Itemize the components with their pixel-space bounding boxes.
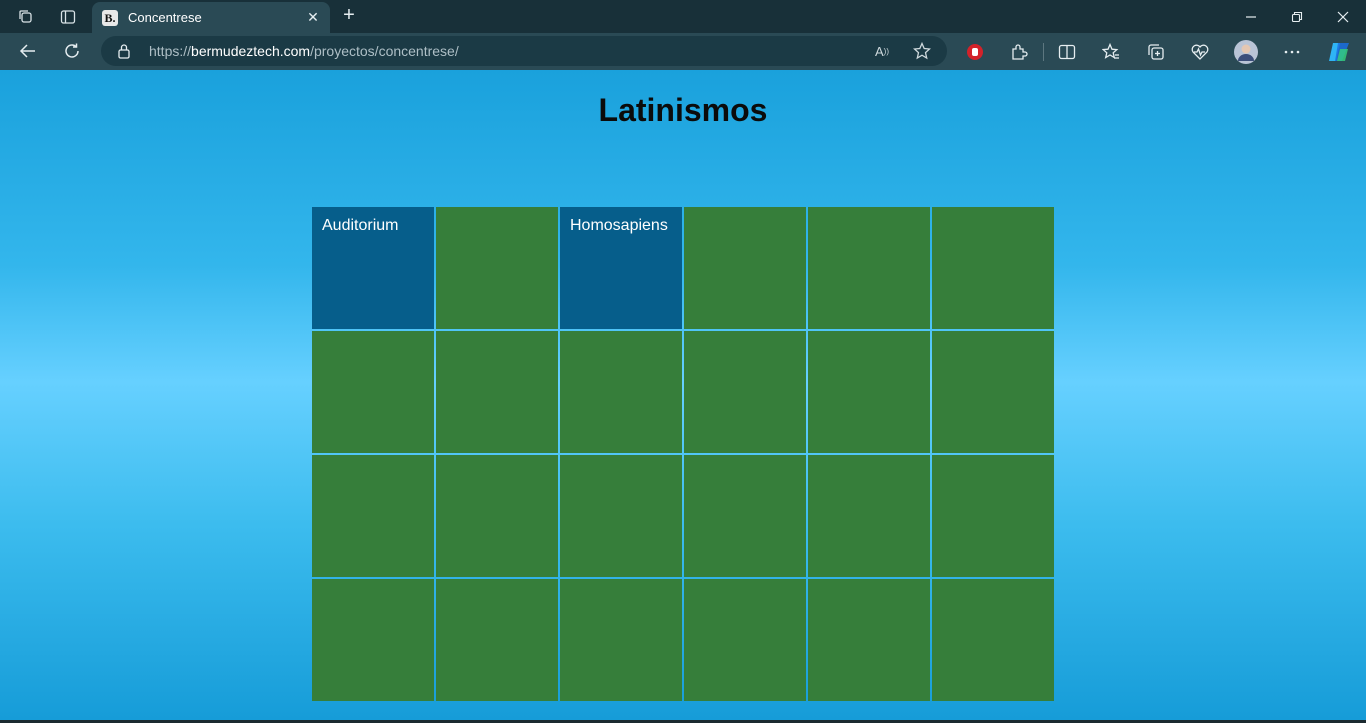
game-card-hidden[interactable] <box>932 579 1054 701</box>
game-card-hidden[interactable] <box>808 207 930 329</box>
favorites-icon[interactable] <box>1098 39 1124 65</box>
navigation-toolbar: https://bermudeztech.com/proyectos/conce… <box>0 33 1366 70</box>
tab-strip: B. Concentrese ✕ + <box>0 0 1366 33</box>
tab-title: Concentrese <box>128 10 202 25</box>
refresh-icon[interactable] <box>57 37 87 65</box>
tab-actions-icon[interactable] <box>54 4 82 30</box>
back-arrow-icon[interactable] <box>13 37 43 65</box>
game-card-revealed[interactable]: Homosapiens <box>560 207 682 329</box>
game-card-hidden[interactable] <box>560 331 682 453</box>
extensions-icon[interactable] <box>1006 39 1032 65</box>
lock-icon[interactable] <box>117 43 131 64</box>
game-card-revealed[interactable]: Auditorium <box>312 207 434 329</box>
game-card-hidden[interactable] <box>312 579 434 701</box>
page-viewport: Latinismos Auditorium Homosapiens <box>0 70 1366 720</box>
page-title: Latinismos <box>598 92 768 128</box>
browser-essentials-icon[interactable] <box>1187 39 1213 65</box>
read-aloud-label: A <box>875 43 884 59</box>
game-card-hidden[interactable] <box>684 579 806 701</box>
url-scheme: https:// <box>149 43 192 59</box>
game-card-hidden[interactable] <box>684 207 806 329</box>
url-text[interactable]: https://bermudeztech.com/proyectos/conce… <box>149 43 459 59</box>
new-tab-icon[interactable]: + <box>336 4 362 28</box>
game-card-hidden[interactable] <box>684 455 806 577</box>
split-screen-icon[interactable] <box>1054 39 1080 65</box>
game-card-hidden[interactable] <box>560 579 682 701</box>
game-card-hidden[interactable] <box>560 455 682 577</box>
adblock-extension-icon[interactable] <box>962 39 988 65</box>
address-bar[interactable]: https://bermudeztech.com/proyectos/conce… <box>101 36 947 66</box>
card-label: Auditorium <box>322 217 399 234</box>
game-card-hidden[interactable] <box>932 455 1054 577</box>
game-card-hidden[interactable] <box>312 455 434 577</box>
game-card-hidden[interactable] <box>932 207 1054 329</box>
site-favicon: B. <box>102 9 118 26</box>
game-card-hidden[interactable] <box>436 331 558 453</box>
url-host: bermudeztech.com <box>191 43 311 59</box>
browser-chrome: B. Concentrese ✕ + https://bermudeztech.… <box>0 0 1366 70</box>
game-card-hidden[interactable] <box>808 579 930 701</box>
card-label: Homosapiens <box>570 217 668 234</box>
close-window-icon[interactable] <box>1320 0 1366 33</box>
more-options-icon[interactable] <box>1279 39 1305 65</box>
toolbar-separator <box>1043 43 1044 61</box>
restore-icon[interactable] <box>1274 0 1320 33</box>
game-card-hidden[interactable] <box>932 331 1054 453</box>
minimize-icon[interactable] <box>1228 0 1274 33</box>
game-card-hidden[interactable] <box>436 455 558 577</box>
profile-avatar[interactable] <box>1233 39 1259 65</box>
url-path: /proyectos/concentrese/ <box>310 43 459 59</box>
read-aloud-icon[interactable]: A)) <box>871 41 893 61</box>
favorite-star-icon[interactable] <box>911 41 933 61</box>
game-card-hidden[interactable] <box>684 331 806 453</box>
game-card-hidden[interactable] <box>312 331 434 453</box>
close-tab-icon[interactable]: ✕ <box>304 8 322 26</box>
game-card-hidden[interactable] <box>436 579 558 701</box>
tab-concentrese[interactable]: B. Concentrese ✕ <box>92 2 330 33</box>
copilot-icon[interactable] <box>1326 39 1352 65</box>
collections-icon[interactable] <box>1143 39 1169 65</box>
game-card-hidden[interactable] <box>808 455 930 577</box>
memory-game-board: Auditorium Homosapiens <box>312 207 1054 701</box>
game-card-hidden[interactable] <box>808 331 930 453</box>
game-card-hidden[interactable] <box>436 207 558 329</box>
workspaces-icon[interactable] <box>12 4 40 30</box>
